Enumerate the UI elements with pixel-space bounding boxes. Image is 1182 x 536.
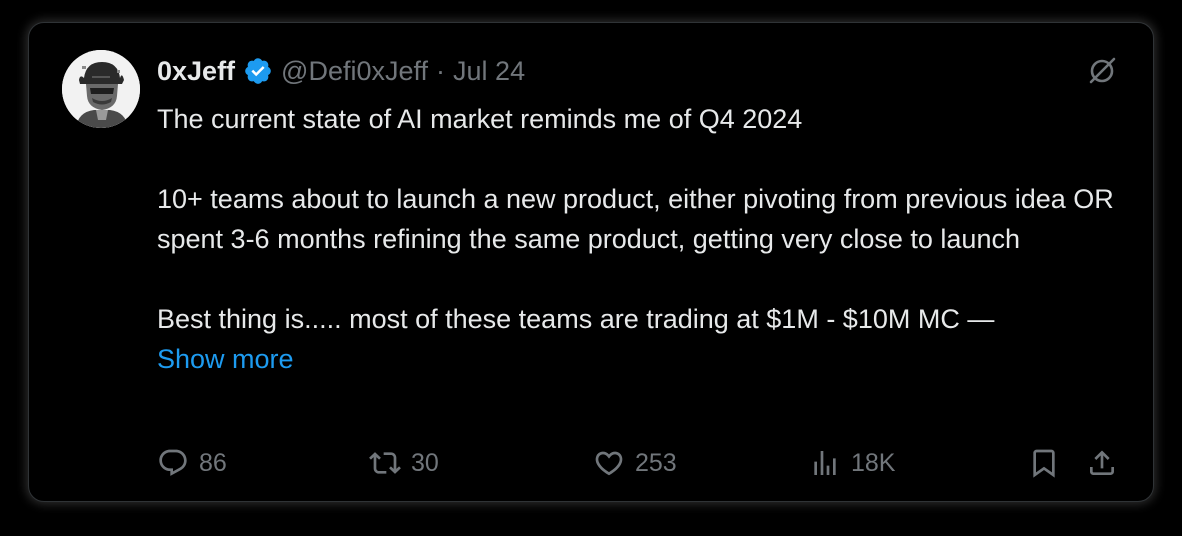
reply-button[interactable]: 86 xyxy=(157,441,227,485)
tweet-text: The current state of AI market reminds m… xyxy=(157,99,1127,379)
like-button[interactable]: 253 xyxy=(593,441,677,485)
like-count: 253 xyxy=(635,448,677,477)
author-handle[interactable]: @Defi0xJeff xyxy=(281,56,428,87)
avatar[interactable] xyxy=(62,50,140,128)
share-button[interactable] xyxy=(1086,441,1118,485)
reply-icon xyxy=(159,449,187,476)
bookmark-button[interactable] xyxy=(1028,441,1060,485)
verified-badge-icon xyxy=(243,56,273,86)
tweet-card[interactable]: 0xJeff @Defi0xJeff · Jul 24 The current … xyxy=(28,22,1154,502)
tweet-actions: 86 30 253 18K xyxy=(157,441,1122,485)
tweet-header: 0xJeff @Defi0xJeff · Jul 24 xyxy=(157,53,525,89)
views-count: 18K xyxy=(851,448,896,477)
repost-count: 30 xyxy=(411,448,439,477)
author-name[interactable]: 0xJeff xyxy=(157,56,235,87)
tweet-date[interactable]: Jul 24 xyxy=(453,56,525,87)
bookmark-icon xyxy=(1033,449,1055,478)
repost-button[interactable]: 30 xyxy=(369,441,439,485)
grok-icon[interactable] xyxy=(1085,53,1119,87)
reply-count: 86 xyxy=(199,448,227,477)
share-icon xyxy=(1090,450,1114,475)
tweet-paragraph: 10+ teams about to launch a new product,… xyxy=(157,184,1114,254)
separator-dot: · xyxy=(436,55,446,86)
show-more-link[interactable]: Show more xyxy=(157,339,294,379)
repost-icon xyxy=(369,452,401,474)
views-button[interactable]: 18K xyxy=(809,441,895,485)
tweet-paragraph: Best thing is..... most of these teams a… xyxy=(157,304,995,334)
tweet-paragraph: The current state of AI market reminds m… xyxy=(157,104,803,134)
views-icon xyxy=(814,451,836,475)
avatar-image xyxy=(62,50,140,128)
like-icon xyxy=(595,451,623,476)
